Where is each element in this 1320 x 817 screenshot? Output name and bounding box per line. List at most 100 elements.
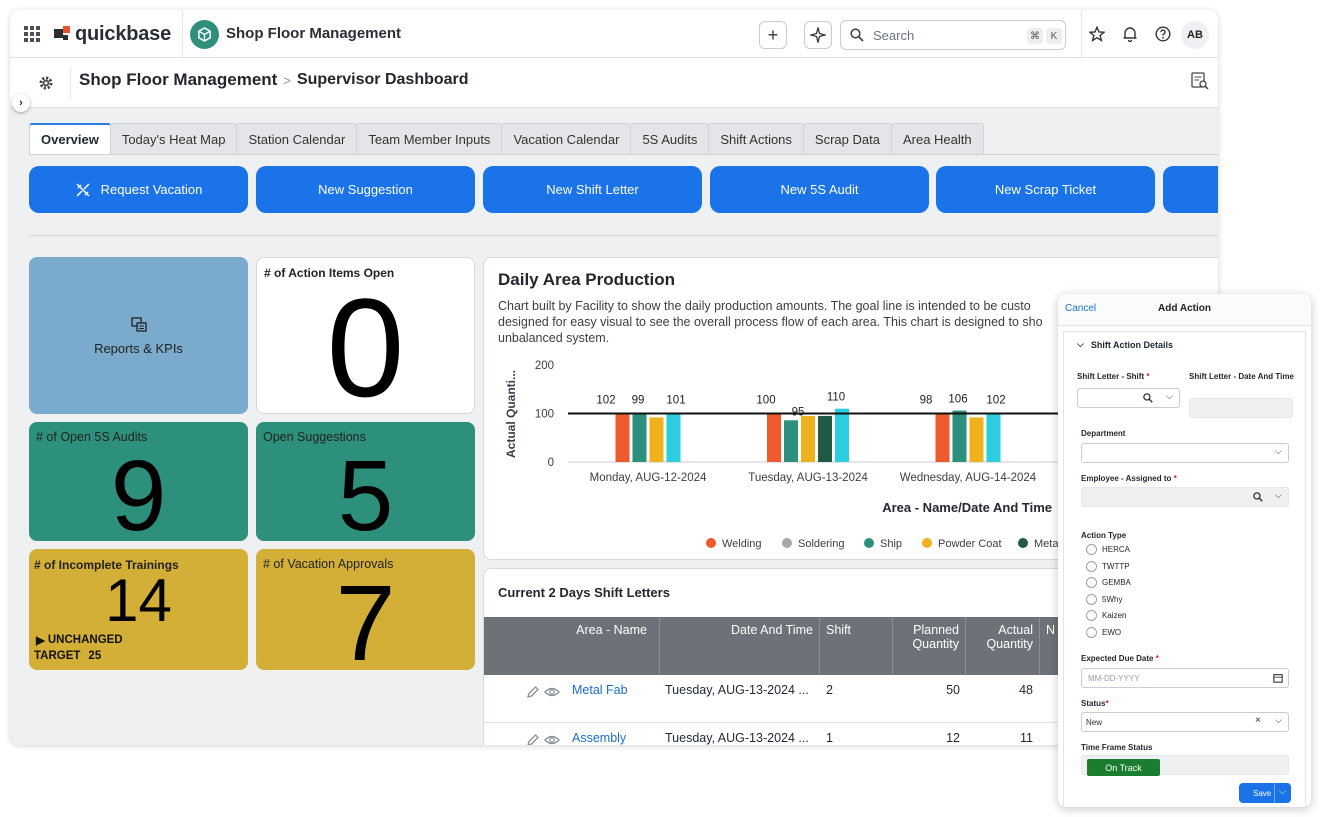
y-tick-label: 200 <box>535 360 554 372</box>
cancel-button[interactable]: Cancel <box>1065 303 1096 314</box>
logo-text: quickbase <box>75 22 172 45</box>
edit-icon[interactable] <box>526 685 540 699</box>
app-icon[interactable] <box>190 20 219 49</box>
bar-series <box>835 408 849 462</box>
search-box[interactable]: Search ⌘ K <box>840 20 1066 50</box>
employee-lookup[interactable]: ⌵ <box>1081 487 1289 507</box>
employee-label: Employee - Assigned to * <box>1081 474 1177 483</box>
chevron-down-icon[interactable]: ⌵ <box>1275 715 1282 726</box>
request-vacation-button[interactable]: Request Vacation <box>29 166 248 213</box>
view-icon[interactable] <box>544 733 560 745</box>
chart-description: Chart built by Facility to show the dail… <box>498 299 1043 345</box>
user-avatar[interactable]: AB <box>1181 21 1209 49</box>
bar-welding <box>767 413 781 462</box>
quickbase-logo[interactable]: quickbase <box>54 23 171 45</box>
employee-label-text: Employee - Assigned to <box>1081 474 1172 483</box>
page-title: Supervisor Dashboard <box>296 71 469 88</box>
tab-todays-heat-map[interactable]: Today's Heat Map <box>109 123 238 154</box>
new-suggestion-button[interactable]: New Suggestion <box>256 166 475 213</box>
actual-cell: 11 <box>1020 731 1033 745</box>
column-header-area[interactable]: Area - Name <box>484 617 660 675</box>
tab-shift-actions[interactable]: Shift Actions <box>708 123 804 154</box>
search-icon[interactable] <box>1143 393 1153 403</box>
x-axis-label: Area - Name/Date And Time <box>882 500 1052 515</box>
open-suggestions-value: 5 <box>337 440 394 541</box>
edit-icon[interactable] <box>526 733 540 745</box>
calendar-icon[interactable] <box>1273 673 1283 683</box>
section-header[interactable]: ⌵ Shift Action Details <box>1077 339 1173 350</box>
cube-icon <box>198 27 211 42</box>
column-header-shift[interactable]: Shift <box>820 617 893 675</box>
due-date-input[interactable]: MM-DD-YYYY <box>1081 668 1289 688</box>
help-icon[interactable] <box>1155 26 1171 42</box>
area-name-link[interactable]: Assembly <box>572 731 626 745</box>
radio-ewo[interactable] <box>1086 627 1097 638</box>
bar-ship <box>952 410 967 462</box>
reports-kpis-tile[interactable]: Reports & KPIs <box>29 257 248 414</box>
department-select[interactable]: ⌵ <box>1081 443 1289 463</box>
bar-ship <box>784 420 798 462</box>
tab-team-member-inputs[interactable]: Team Member Inputs <box>356 123 503 154</box>
save-button[interactable]: Save ⌵ <box>1239 783 1291 803</box>
bell-icon[interactable] <box>1122 26 1138 42</box>
incomplete-trainings-tile[interactable]: # of Incomplete Trainings 14 ▶ UNCHANGED… <box>29 549 248 670</box>
on-track-badge: On Track <box>1087 759 1160 776</box>
shift-letter-lookup[interactable]: ⌵ <box>1077 388 1180 408</box>
ai-assistant-button[interactable] <box>804 21 832 49</box>
chevron-down-icon[interactable]: ⌵ <box>1275 490 1282 501</box>
divider <box>1274 783 1275 803</box>
trend-indicator: ▶ UNCHANGED <box>36 633 123 647</box>
search-icon[interactable] <box>1253 492 1263 502</box>
incomplete-trainings-value: 14 <box>105 567 172 634</box>
radio-kaizen[interactable] <box>1086 610 1097 621</box>
chevron-down-icon: ⌵ <box>1275 446 1282 456</box>
app-grid-icon[interactable] <box>24 26 40 42</box>
breadcrumb: Shop Floor Management > Supervisor Dashb… <box>79 70 469 90</box>
column-header-date[interactable]: Date And Time <box>660 617 820 675</box>
action-items-tile[interactable]: # of Action Items Open 0 <box>256 257 475 414</box>
gear-icon[interactable] <box>38 75 54 91</box>
chevron-down-icon[interactable]: ⌵ <box>1166 391 1173 402</box>
area-name-link[interactable]: Metal Fab <box>572 683 628 697</box>
tab-area-health[interactable]: Area Health <box>890 123 984 154</box>
page-search-icon[interactable] <box>1191 72 1209 90</box>
radio-gemba[interactable] <box>1086 577 1097 588</box>
clear-icon[interactable]: × <box>1255 715 1261 726</box>
new-scrap-ticket-button[interactable]: New Scrap Ticket <box>936 166 1155 213</box>
expand-sidebar-button[interactable]: › <box>12 94 30 112</box>
chart-title: Daily Area Production <box>498 270 675 289</box>
tab-scrap-data[interactable]: Scrap Data <box>802 123 892 154</box>
plus-icon: + <box>767 24 779 45</box>
status-select[interactable]: New × ⌵ <box>1081 712 1289 732</box>
divider <box>70 68 71 98</box>
tab-station-calendar[interactable]: Station Calendar <box>236 123 358 154</box>
view-icon[interactable] <box>544 685 560 699</box>
chevron-down-icon[interactable]: ⌵ <box>1279 786 1286 797</box>
star-icon[interactable] <box>1089 26 1105 42</box>
app-name[interactable]: Shop Floor Management <box>226 25 401 42</box>
radio-label-twttp: TWTTP <box>1102 562 1130 571</box>
tab-overview[interactable]: Overview <box>29 123 111 154</box>
column-header-planned[interactable]: Planned Quantity <box>893 617 966 675</box>
target-indicator: TARGET 25 <box>34 650 101 662</box>
more-action-button[interactable] <box>1163 166 1218 213</box>
shift-cell: 2 <box>826 683 833 697</box>
required-marker: * <box>1173 474 1177 483</box>
new-shift-letter-button[interactable]: New Shift Letter <box>483 166 702 213</box>
new-5s-audit-button[interactable]: New 5S Audit <box>710 166 929 213</box>
quickbase-logo-icon <box>54 26 70 40</box>
panel-header: Cancel Add Action <box>1058 294 1311 326</box>
radio-herca[interactable] <box>1086 544 1097 555</box>
radio-5why[interactable] <box>1086 594 1097 605</box>
open-5s-audits-tile[interactable]: # of Open 5S Audits 9 <box>29 422 248 541</box>
tab-5s-audits[interactable]: 5S Audits <box>630 123 710 154</box>
vacation-approvals-value: 7 <box>335 562 396 671</box>
add-button[interactable]: + <box>759 21 787 49</box>
open-suggestions-tile[interactable]: Open Suggestions 5 <box>256 422 475 541</box>
tab-vacation-calendar[interactable]: Vacation Calendar <box>501 123 632 154</box>
column-header-actual[interactable]: Actual Quantity <box>966 617 1040 675</box>
planned-cell: 12 <box>946 731 960 745</box>
radio-twttp[interactable] <box>1086 561 1097 572</box>
vacation-approvals-tile[interactable]: # of Vacation Approvals 7 <box>256 549 475 670</box>
breadcrumb-app[interactable]: Shop Floor Management <box>79 70 277 90</box>
